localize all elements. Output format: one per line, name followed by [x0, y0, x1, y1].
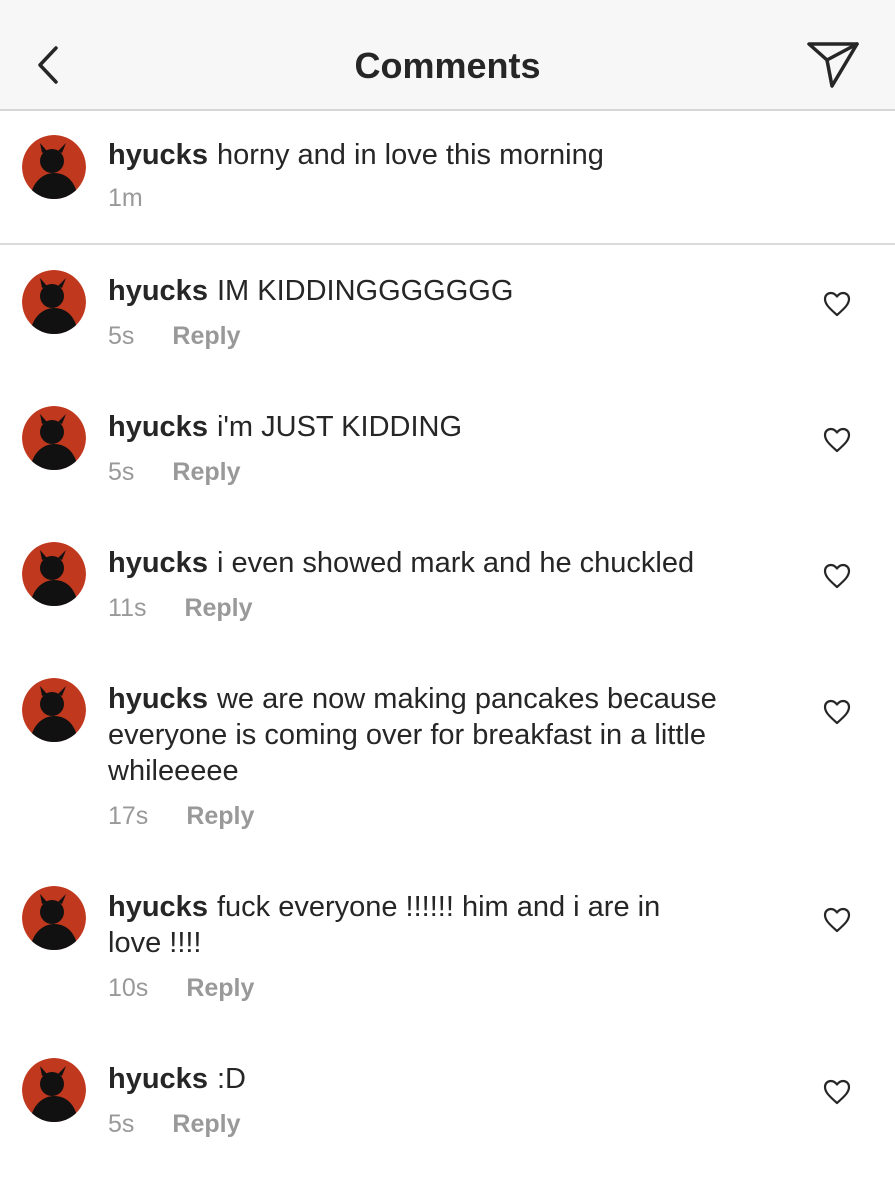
avatar[interactable] [22, 406, 86, 470]
reply-button[interactable]: Reply [186, 801, 254, 831]
username[interactable]: hyucks [108, 139, 208, 171]
comment-item: hyucks i'm JUST KIDDING 5s Reply [0, 381, 895, 517]
username[interactable]: hyucks [108, 891, 208, 923]
reply-button[interactable]: Reply [172, 457, 240, 487]
caption: hyucks horny and in love this morning 1m [0, 111, 895, 245]
heart-outline-icon [823, 907, 851, 933]
share-button[interactable] [805, 38, 861, 90]
timestamp: 1m [108, 184, 143, 212]
reply-button[interactable]: Reply [186, 973, 254, 1003]
avatar[interactable] [22, 886, 86, 950]
comment-item: hyucks IM KIDDINGGGGGGG 5s Reply [0, 245, 895, 381]
reply-button[interactable]: Reply [184, 593, 252, 623]
timestamp: 5s [108, 458, 135, 486]
avatar[interactable] [22, 542, 86, 606]
comment-body: horny and in love this morning [216, 139, 604, 171]
heart-outline-icon [823, 291, 851, 317]
heart-outline-icon [823, 1079, 851, 1105]
timestamp: 10s [108, 974, 149, 1002]
comment-body: :D [216, 1063, 246, 1095]
like-button[interactable] [823, 907, 851, 933]
reply-button[interactable]: Reply [172, 1109, 240, 1139]
username[interactable]: hyucks [108, 1063, 208, 1095]
avatar[interactable] [22, 678, 86, 742]
username[interactable]: hyucks [108, 411, 208, 443]
heart-outline-icon [823, 563, 851, 589]
reply-button[interactable]: Reply [172, 321, 240, 351]
username[interactable]: hyucks [108, 683, 208, 715]
username[interactable]: hyucks [108, 275, 208, 307]
username[interactable]: hyucks [108, 547, 208, 579]
paper-plane-icon [807, 42, 859, 88]
avatar[interactable] [22, 135, 86, 199]
like-button[interactable] [823, 291, 851, 317]
page-title: Comments [354, 45, 541, 86]
heart-outline-icon [823, 699, 851, 725]
comment-body: i'm JUST KIDDING [216, 411, 463, 443]
header: Comments [0, 0, 895, 111]
comment-body: IM KIDDINGGGGGGG [216, 275, 514, 307]
heart-outline-icon [823, 427, 851, 453]
timestamp: 5s [108, 1110, 135, 1138]
comment-item: hyucks we are now making pancakes because… [0, 653, 895, 861]
comment-item: hyucks fuck everyone !!!!!! him and i are… [0, 861, 895, 1033]
timestamp: 11s [108, 594, 147, 622]
avatar[interactable] [22, 1058, 86, 1122]
caption-text: hyucks horny and in love this morning [108, 137, 778, 173]
like-button[interactable] [823, 427, 851, 453]
comment-item: hyucks i even showed mark and he chuckled… [0, 517, 895, 653]
avatar[interactable] [22, 270, 86, 334]
like-button[interactable] [823, 699, 851, 725]
comment-body: i even showed mark and he chuckled [216, 547, 695, 579]
comment-item: hyucks:D 5s Reply [0, 1033, 895, 1169]
timestamp: 17s [108, 802, 149, 830]
like-button[interactable] [823, 1079, 851, 1105]
like-button[interactable] [823, 563, 851, 589]
timestamp: 5s [108, 322, 135, 350]
